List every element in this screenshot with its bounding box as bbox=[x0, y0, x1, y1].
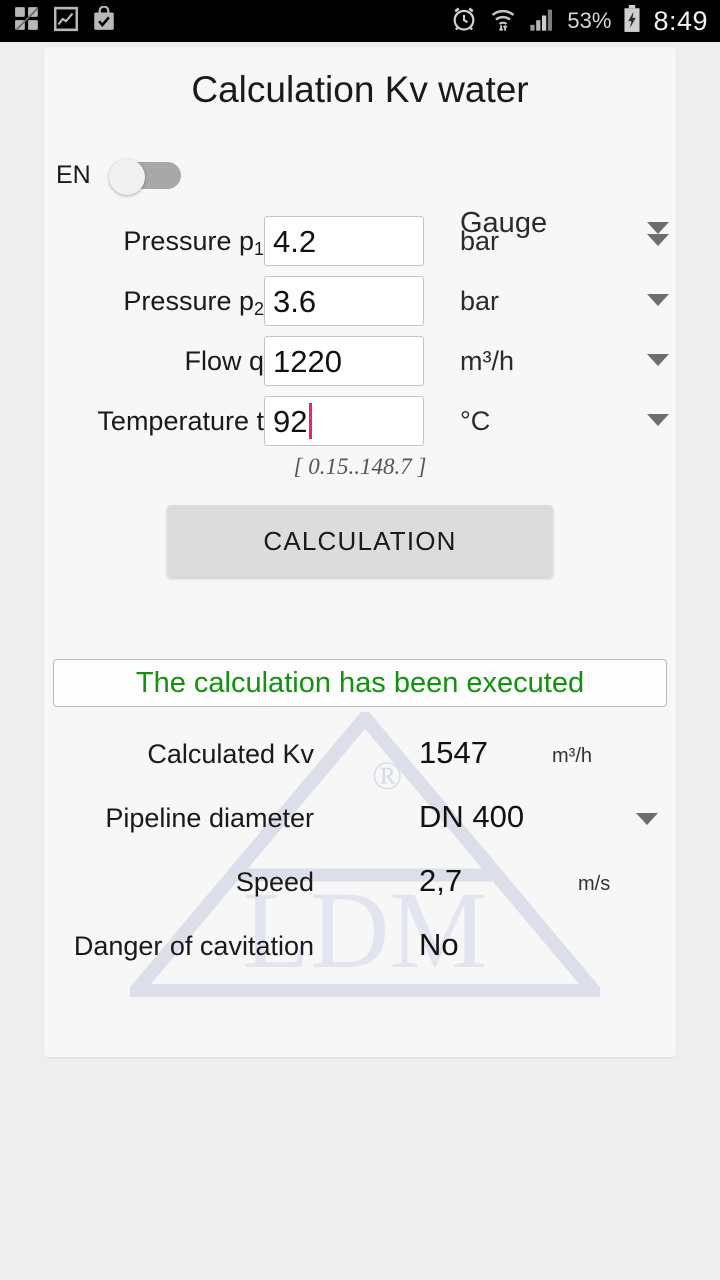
range-hint-row: [ 0.15..148.7 ] bbox=[44, 452, 676, 492]
clock-label: 8:49 bbox=[653, 5, 708, 36]
input-row-flow-q: Flow q 1220 m³/h bbox=[44, 332, 676, 392]
result-label-cavitation: Danger of cavitation bbox=[73, 931, 314, 961]
status-bar-left-icons bbox=[0, 4, 116, 37]
input-label-pressure-p2: Pressure p2 bbox=[123, 286, 264, 319]
result-row-speed: Speed 2,7 m/s bbox=[44, 853, 676, 917]
pressure-p1-value: 4.2 bbox=[273, 223, 317, 259]
calculator-card: LDM ® Calculation Kv water EN Gauge Pres… bbox=[44, 47, 676, 1057]
pressure-p1-input[interactable]: 4.2 bbox=[264, 216, 424, 266]
pressure-p2-unit: bar bbox=[460, 286, 500, 316]
temperature-range-hint: [ 0.15..148.7 ] bbox=[293, 454, 427, 479]
flow-q-value: 1220 bbox=[273, 343, 342, 379]
result-label-speed: Speed bbox=[235, 867, 314, 897]
battery-charging-icon bbox=[622, 4, 642, 38]
wifi-transfer-icon bbox=[489, 5, 517, 38]
temperature-t-value: 92 bbox=[273, 403, 308, 439]
result-label-calculated-kv: Calculated Kv bbox=[147, 739, 314, 769]
result-value-calculated-kv: 1547 bbox=[419, 735, 488, 770]
results-section: Calculated Kv 1547 m³/h Pipeline diamete… bbox=[44, 725, 676, 981]
calculation-button[interactable]: CALCULATION bbox=[167, 505, 553, 577]
text-cursor bbox=[309, 403, 313, 439]
page-title: Calculation Kv water bbox=[191, 69, 529, 110]
pressure-reference-dropdown[interactable]: Gauge bbox=[44, 162, 676, 239]
chevron-down-icon[interactable] bbox=[647, 354, 669, 366]
result-row-pipeline-diameter[interactable]: Pipeline diameter DN 400 bbox=[44, 789, 676, 853]
temperature-t-unit: °C bbox=[460, 406, 491, 436]
result-label-pipeline-diameter: Pipeline diameter bbox=[105, 803, 314, 833]
pressure-p2-value: 3.6 bbox=[273, 283, 317, 319]
result-unit-speed: m/s bbox=[578, 873, 611, 895]
result-message-box: The calculation has been executed bbox=[53, 659, 667, 707]
battery-percent-label: 53% bbox=[567, 8, 612, 33]
input-rows: Pressure p1 4.2 bar Pressure p2 3.6 bar … bbox=[44, 212, 676, 492]
shopping-bag-check-icon bbox=[92, 4, 116, 37]
input-label-pressure-p1: Pressure p1 bbox=[123, 226, 264, 259]
temperature-t-input[interactable]: 92 bbox=[264, 396, 424, 446]
chevron-down-icon[interactable] bbox=[647, 234, 669, 246]
result-value-speed: 2,7 bbox=[419, 863, 463, 898]
flow-q-unit: m³/h bbox=[460, 346, 514, 376]
input-row-pressure-p1: Pressure p1 4.2 bar bbox=[44, 212, 676, 272]
antivirus-shield-icon bbox=[14, 6, 40, 37]
signal-bars-icon bbox=[528, 5, 556, 38]
result-row-calculated-kv: Calculated Kv 1547 m³/h bbox=[44, 725, 676, 789]
pressure-p1-unit: bar bbox=[460, 226, 500, 256]
chevron-down-icon[interactable] bbox=[636, 813, 658, 825]
chevron-down-icon[interactable] bbox=[647, 294, 669, 306]
result-value-pipeline-diameter: DN 400 bbox=[419, 799, 525, 834]
result-value-cavitation: No bbox=[419, 927, 459, 962]
result-unit-calculated-kv: m³/h bbox=[552, 745, 592, 767]
result-message-text: The calculation has been executed bbox=[135, 666, 585, 699]
status-bar: 53% 8:49 bbox=[0, 0, 720, 42]
input-row-temperature-t: Temperature t 92 °C bbox=[44, 392, 676, 452]
input-label-flow-q: Flow q bbox=[184, 346, 264, 376]
alarm-clock-icon bbox=[450, 5, 478, 38]
chevron-down-icon[interactable] bbox=[647, 414, 669, 426]
photo-frame-icon bbox=[53, 6, 79, 37]
pressure-p2-input[interactable]: 3.6 bbox=[264, 276, 424, 326]
input-label-temperature-t: Temperature t bbox=[97, 406, 264, 436]
input-row-pressure-p2: Pressure p2 3.6 bar bbox=[44, 272, 676, 332]
result-row-cavitation: Danger of cavitation No bbox=[44, 917, 676, 981]
flow-q-input[interactable]: 1220 bbox=[264, 336, 424, 386]
status-bar-right-icons: 53% 8:49 bbox=[450, 0, 708, 42]
